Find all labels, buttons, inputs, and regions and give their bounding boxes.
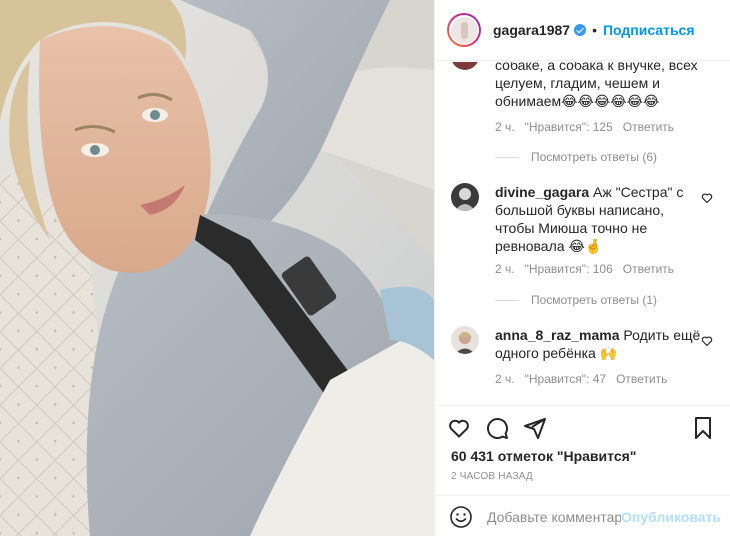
comment-1-likes[interactable]: "Нравится": 125 — [525, 120, 613, 134]
bookmark-icon[interactable] — [691, 416, 715, 440]
comment-2-likes[interactable]: "Нравится": 106 — [525, 262, 613, 276]
heart-icon[interactable] — [447, 416, 471, 440]
author-avatar[interactable] — [447, 13, 481, 47]
post-side-panel: gagara1987 • Подписаться собаке, а собак… — [434, 0, 730, 536]
comment-input[interactable] — [487, 508, 622, 525]
post-header: gagara1987 • Подписаться — [435, 0, 730, 61]
commenter-avatar[interactable] — [451, 62, 479, 70]
emoji-icon[interactable] — [449, 505, 473, 529]
commenter-avatar-divine-gagara[interactable] — [451, 183, 479, 211]
post-actions: 60 431 отметок "Нравится" 2 часов назад … — [435, 405, 730, 536]
comment-1-time[interactable]: 2 ч. — [495, 120, 515, 134]
follow-button[interactable]: Подписаться — [603, 22, 695, 38]
comment-1-reply-button[interactable]: Ответить — [623, 120, 674, 134]
comment-2-first-line: Аж "Сестра" с — [593, 184, 684, 200]
verified-badge-icon — [574, 24, 587, 36]
comment-3-time[interactable]: 2 ч. — [495, 372, 515, 386]
comment-icon[interactable] — [485, 416, 509, 440]
post-time-ago[interactable]: 2 часов назад — [451, 471, 533, 482]
comment-3-line-2: одного ребёнка 🙌 — [495, 345, 618, 361]
comment-3-likes[interactable]: "Нравится": 47 — [525, 372, 607, 386]
comment-2-time[interactable]: 2 ч. — [495, 262, 515, 276]
author-username[interactable]: gagara1987 — [493, 22, 570, 38]
comment-2-like-heart-icon[interactable] — [701, 192, 713, 204]
comment-2-view-replies-label: Посмотреть ответы (1) — [531, 293, 658, 307]
header-separator: • — [592, 22, 597, 38]
comment-2: divine_gagara Аж "Сестра" с большой букв… — [495, 183, 695, 255]
comment-3-reply-button[interactable]: Ответить — [616, 372, 667, 386]
publish-button[interactable]: Опубликовать — [621, 509, 721, 525]
comment-1-line-1: собаке, а собака к внучке, всех — [495, 62, 698, 73]
comment-2-view-replies[interactable]: Посмотреть ответы (1) — [495, 293, 657, 307]
comment-1-line-2: целуем, гладим, чешем и — [495, 75, 660, 91]
comment-2-reply-button[interactable]: Ответить — [623, 262, 674, 276]
share-icon[interactable] — [523, 416, 547, 440]
comment-3: anna_8_raz_mama Родить ещё одного ребёнк… — [495, 326, 710, 362]
post-photo[interactable] — [0, 0, 434, 536]
post-photo-image — [0, 0, 434, 536]
comment-2-line-2: большой буквы написано, — [495, 202, 665, 218]
comments-list[interactable]: собаке, а собака к внучке, всех целуем, … — [435, 62, 730, 405]
comment-1: собаке, а собака к внучке, всех целуем, … — [495, 62, 725, 110]
comment-2-username[interactable]: divine_gagara — [495, 184, 589, 200]
comment-3-first-line: Родить ещё — [623, 327, 701, 343]
comment-2-line-3: чтобы Миюша точно не — [495, 220, 648, 236]
comment-3-username[interactable]: anna_8_raz_mama — [495, 327, 620, 343]
comment-1-line-3: обнимаем😂😂😂😂😂😂 — [495, 93, 660, 109]
comment-1-meta: 2 ч. "Нравится": 125 Ответить — [495, 120, 674, 134]
comment-1-view-replies-label: Посмотреть ответы (6) — [531, 150, 658, 164]
comment-2-meta: 2 ч. "Нравится": 106 Ответить — [495, 262, 674, 276]
comment-2-line-4: ревновала 😂🤞 — [495, 238, 603, 254]
like-count[interactable]: 60 431 отметок "Нравится" — [451, 448, 636, 464]
comment-1-view-replies[interactable]: Посмотреть ответы (6) — [495, 150, 657, 164]
comment-3-meta: 2 ч. "Нравится": 47 Ответить — [495, 372, 667, 386]
comment-3-like-heart-icon[interactable] — [701, 335, 713, 347]
commenter-avatar-anna[interactable] — [451, 326, 479, 354]
add-comment-bar: Опубликовать — [435, 495, 730, 536]
